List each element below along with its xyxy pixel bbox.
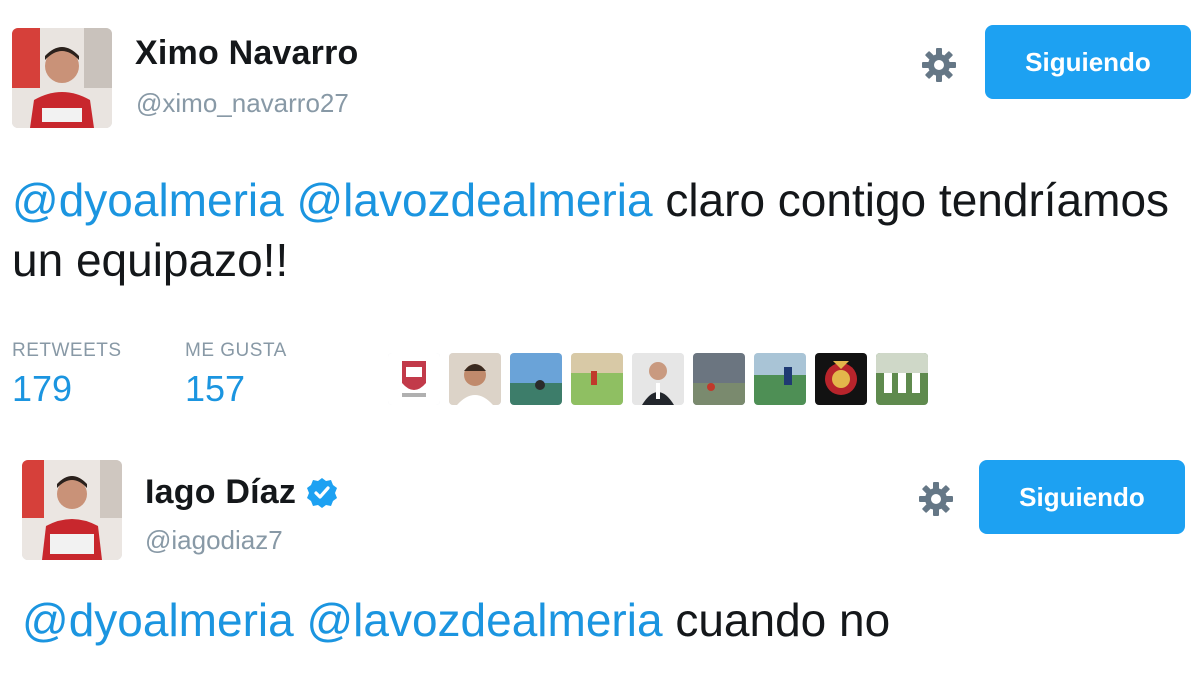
liker-avatar[interactable]: [754, 353, 806, 405]
user-name-row: Iago Díaz: [145, 473, 338, 512]
retweets-count: 179: [12, 368, 73, 409]
likes-count: 157: [185, 368, 246, 409]
liker-avatar[interactable]: [693, 353, 745, 405]
user-handle[interactable]: @iagodiaz7: [145, 525, 283, 556]
user-name[interactable]: Ximo Navarro: [135, 34, 358, 73]
mention-link[interactable]: @lavozdealmeria: [296, 174, 652, 226]
liker-avatar[interactable]: [632, 353, 684, 405]
following-button[interactable]: Siguiendo: [979, 460, 1185, 534]
liker-avatar[interactable]: [571, 353, 623, 405]
user-name[interactable]: Iago Díaz: [145, 473, 296, 512]
liker-avatar[interactable]: [510, 353, 562, 405]
likers-list: [388, 353, 928, 405]
tweet-body: cuando no: [662, 594, 891, 646]
tweet-text: @dyoalmeria @lavozdealmeria cuando no: [22, 590, 1192, 650]
retweets-stat[interactable]: RETWEETS 179: [12, 340, 122, 410]
avatar[interactable]: [12, 28, 112, 128]
liker-avatar[interactable]: [815, 353, 867, 405]
avatar[interactable]: [22, 460, 122, 560]
liker-avatar[interactable]: [449, 353, 501, 405]
following-button[interactable]: Siguiendo: [985, 25, 1191, 99]
likes-label: ME GUSTA: [185, 340, 287, 361]
verified-badge-icon: [307, 477, 338, 508]
tweet-text: @dyoalmeria @lavozdealmeria claro contig…: [12, 170, 1182, 290]
liker-avatar[interactable]: [876, 353, 928, 405]
mention-link[interactable]: @lavozdealmeria: [306, 594, 662, 646]
liker-avatar[interactable]: [388, 353, 440, 405]
likes-stat[interactable]: ME GUSTA 157: [185, 340, 287, 410]
mention-link[interactable]: @dyoalmeria: [22, 594, 294, 646]
retweets-label: RETWEETS: [12, 340, 122, 361]
gear-icon[interactable]: [919, 45, 959, 85]
user-handle[interactable]: @ximo_navarro27: [136, 88, 349, 119]
mention-link[interactable]: @dyoalmeria: [12, 174, 284, 226]
gear-icon[interactable]: [916, 479, 956, 519]
